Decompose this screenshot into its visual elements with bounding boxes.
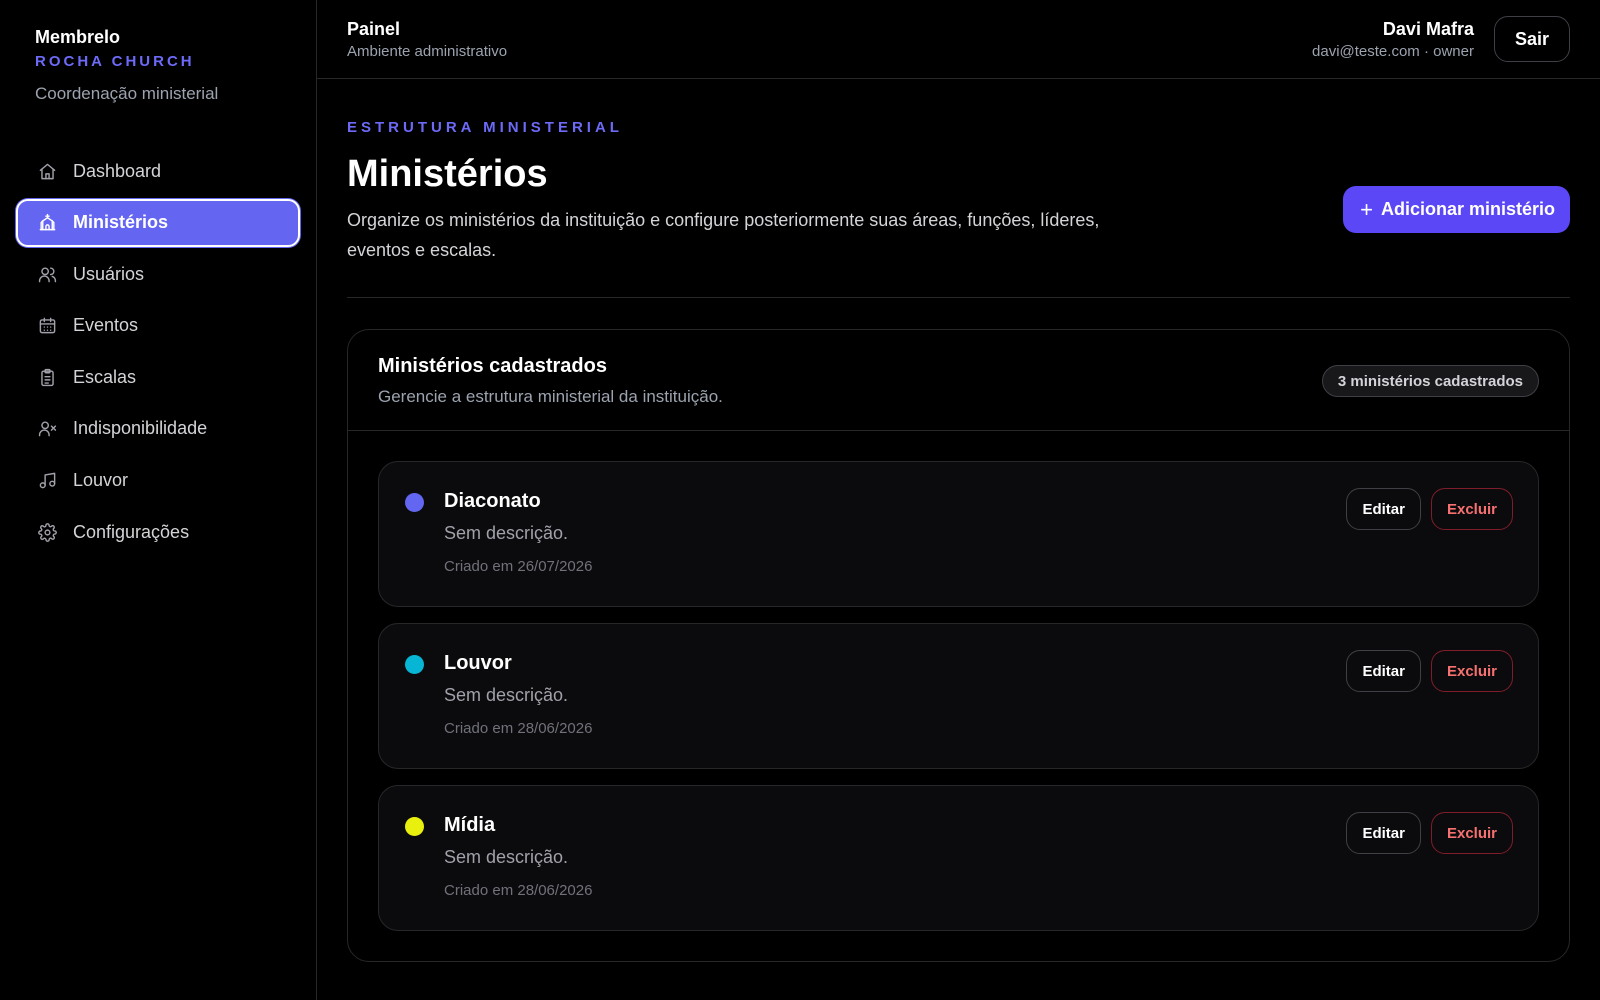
page-description: Organize os ministérios da instituição e… [347,210,1100,260]
ministries-card-header: Ministérios cadastrados Gerencie a estru… [348,330,1569,431]
add-ministry-button[interactable]: + Adicionar ministério [1343,186,1570,233]
page-heading-block: Ministérios Organize os ministérios da i… [347,137,1137,265]
color-dot [405,655,424,674]
music-icon [37,471,57,491]
sidebar-item-escalas[interactable]: Escalas [16,353,300,401]
count-badge: 3 ministérios cadastrados [1321,365,1539,397]
delete-button[interactable]: Excluir [1430,650,1513,692]
user-meta: davi@teste.com · owner [1312,42,1474,60]
ministry-created: Criado em 28/06/2026 [444,720,593,737]
sidebar-item-usuarios[interactable]: Usuários [16,250,300,298]
page-title: Ministérios [347,153,548,195]
sidebar-item-indisponibilidade[interactable]: Indisponibilidade [16,405,300,453]
topbar-subtitle: Ambiente administrativo [347,42,508,60]
sidebar-item-label: Escalas [73,366,137,387]
delete-button[interactable]: Excluir [1430,488,1513,530]
logout-button[interactable]: Sair [1493,16,1570,62]
ministry-info: Diaconato Sem descrição. Criado em 26/07… [405,488,592,576]
ministry-item: Mídia Sem descrição. Criado em 28/06/202… [378,785,1539,931]
edit-button[interactable]: Editar [1346,812,1421,854]
delete-button[interactable]: Excluir [1430,812,1513,854]
clipboard-icon [37,367,57,387]
edit-button[interactable]: Editar [1346,488,1421,530]
topbar: Painel Ambiente administrativo Davi Mafr… [317,0,1600,79]
ministry-name: Mídia [444,814,496,836]
sidebar-item-label: Usuários [73,263,145,284]
topbar-title: Painel [347,18,401,39]
page-content: ESTRUTURA MINISTERIAL Ministérios Organi… [317,79,1600,962]
brand-name: Membrelo [35,27,121,47]
divider [347,297,1570,298]
brand-subtitle: Coordenação ministerial [35,84,219,103]
topbar-title-block: Painel Ambiente administrativo [347,18,507,61]
sidebar-item-label: Indisponibilidade [73,418,208,439]
sidebar-item-ministerios[interactable]: Ministérios [16,198,300,247]
ministry-text: Mídia Sem descrição. Criado em 28/06/202… [444,812,592,900]
sidebar-item-eventos[interactable]: Eventos [16,302,300,350]
ministry-description: Sem descrição. [444,685,569,705]
sidebar-item-label: Ministérios [73,212,169,233]
ministry-item: Diaconato Sem descrição. Criado em 26/07… [378,461,1539,607]
users-icon [37,264,57,284]
sidebar: Membrelo ROCHA CHURCH Coordenação minist… [0,0,317,1000]
ministries-list: Diaconato Sem descrição. Criado em 26/07… [348,431,1569,961]
home-icon [37,161,57,181]
app-root: Membrelo ROCHA CHURCH Coordenação minist… [0,0,1600,1000]
topbar-user-area: Davi Mafra davi@teste.com · owner Sair [1312,16,1570,62]
color-dot [405,817,424,836]
sidebar-item-label: Louvor [73,470,129,491]
card-subtitle: Gerencie a estrutura ministerial da inst… [378,387,723,406]
edit-button[interactable]: Editar [1346,650,1421,692]
ministry-name: Louvor [444,652,512,674]
sidebar-item-dashboard[interactable]: Dashboard [16,147,300,195]
ministry-actions: Editar Excluir [1346,650,1513,692]
color-dot [405,493,424,512]
sidebar-nav: Dashboard Ministérios Usuários Eventos E… [16,147,300,558]
plus-icon: + [1360,196,1373,222]
card-title-block: Ministérios cadastrados Gerencie a estru… [378,354,723,408]
ministry-created: Criado em 28/06/2026 [444,882,593,899]
user-name: Davi Mafra [1382,18,1474,39]
card-title: Ministérios cadastrados [378,355,607,377]
sidebar-item-label: Dashboard [73,160,162,181]
ministry-text: Louvor Sem descrição. Criado em 28/06/20… [444,650,592,738]
ministry-created: Criado em 26/07/2026 [444,558,593,575]
page-header: Ministérios Organize os ministérios da i… [347,137,1570,265]
ministry-info: Mídia Sem descrição. Criado em 28/06/202… [405,812,592,900]
brand: Membrelo ROCHA CHURCH Coordenação minist… [16,26,300,105]
sidebar-item-label: Eventos [73,315,139,336]
ministries-card: Ministérios cadastrados Gerencie a estru… [347,329,1570,962]
ministry-description: Sem descrição. [444,847,569,867]
church-name: ROCHA CHURCH [35,53,195,70]
church-icon [37,213,57,233]
ministry-item: Louvor Sem descrição. Criado em 28/06/20… [378,623,1539,769]
ministry-description: Sem descrição. [444,523,569,543]
user-x-icon [37,419,57,439]
ministry-actions: Editar Excluir [1346,812,1513,854]
sidebar-item-louvor[interactable]: Louvor [16,457,300,505]
ministry-text: Diaconato Sem descrição. Criado em 26/07… [444,488,592,576]
add-ministry-label: Adicionar ministério [1380,199,1555,219]
user-info: Davi Mafra davi@teste.com · owner [1312,18,1474,61]
sidebar-item-label: Configurações [73,521,190,542]
ministry-info: Louvor Sem descrição. Criado em 28/06/20… [405,650,592,738]
main-area: Painel Ambiente administrativo Davi Mafr… [317,0,1600,1000]
page-eyebrow: ESTRUTURA MINISTERIAL [347,119,623,136]
calendar-icon [37,316,57,336]
ministry-name: Diaconato [444,490,541,512]
gear-icon [37,522,57,542]
sidebar-item-configuracoes[interactable]: Configurações [16,508,300,556]
ministry-actions: Editar Excluir [1346,488,1513,530]
